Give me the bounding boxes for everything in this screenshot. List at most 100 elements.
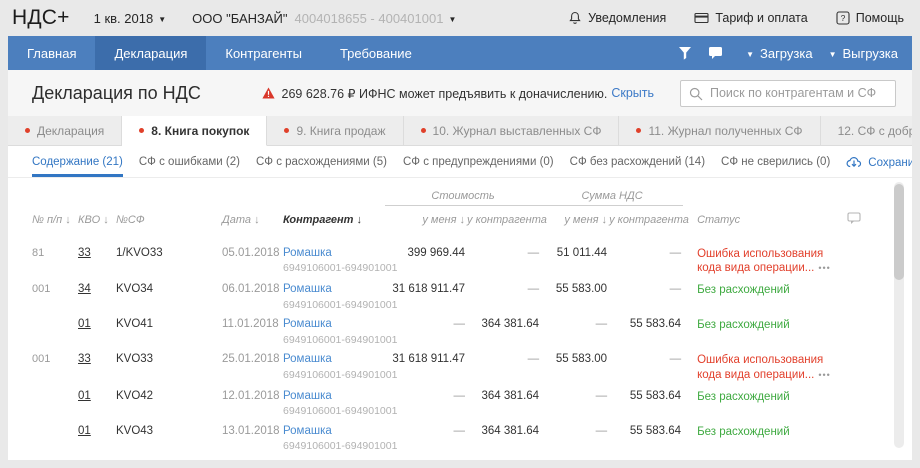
company-selector[interactable]: ООО "БАНЗАЙ" 4004018655 - 400401001 ▼ (192, 11, 456, 26)
search-input[interactable] (680, 80, 896, 107)
group-header-row: Стоимость Сумма НДС (32, 186, 861, 206)
contractor-inn-kpp: 6949106001-694901001 (283, 262, 385, 274)
tab-5[interactable]: 12. СФ с добровольно выделенным НДС (821, 116, 912, 146)
tab-1[interactable]: 8. Книга покупок (122, 116, 267, 146)
kvo-link[interactable]: 01 (78, 318, 91, 330)
period-selector[interactable]: 1 кв. 2018 ▼ (94, 11, 167, 26)
warning-hide-link[interactable]: Скрыть (611, 86, 654, 100)
subtab-4[interactable]: СФ без расхождений (14) (570, 146, 705, 177)
contractor-inn-kpp: 6949106001-694901001 (283, 369, 385, 381)
svg-text:?: ? (840, 13, 845, 23)
table-row[interactable]: 01 KVO43 13.01.2018 Ромашка 6949106001-6… (32, 418, 861, 453)
nav-item-0[interactable]: Главная (8, 36, 95, 70)
table-row[interactable]: 001 33 KVO33 25.01.2018 Ромашка 69491060… (32, 346, 861, 383)
kvo-link[interactable]: 34 (78, 283, 91, 295)
invoices-table: Стоимость Сумма НДС № п/п ↓ КВО ↓ №СФ Да… (32, 186, 861, 460)
nav-item-1[interactable]: Декларация (95, 36, 206, 70)
chevron-down-icon: ▼ (829, 50, 837, 59)
chevron-down-icon: ▼ (158, 15, 166, 24)
status-text: Без расхождений (697, 426, 790, 438)
kvo-link[interactable]: 01 (78, 425, 91, 437)
table-row[interactable]: 01 KVO41 11.01.2018 Ромашка 6949106001-6… (32, 311, 861, 346)
subtab-5[interactable]: СФ не сверились (0) (721, 146, 830, 177)
subtab-items: Содержание (21) СФ с ошибками (2) СФ с рас… (32, 146, 846, 177)
subtab-0[interactable]: Содержание (21) (32, 146, 123, 177)
col-contractor[interactable]: Контрагент ↓ (278, 206, 385, 240)
tab-3[interactable]: 10. Журнал выставленных СФ (404, 116, 620, 146)
table-row[interactable]: 01 KVO44 14.01.2018 Ромашка 6949106001-6… (32, 453, 861, 460)
comment-icon[interactable] (847, 212, 861, 225)
filter-button[interactable] (670, 36, 700, 70)
subtab-2[interactable]: СФ с расхождениями (5) (256, 146, 387, 177)
contractor-link[interactable]: Ромашка (283, 390, 385, 403)
search-icon (689, 87, 703, 101)
col-date[interactable]: Дата ↓ (214, 206, 278, 240)
scrollbar-thumb[interactable] (894, 184, 904, 280)
main-nav: ГлавнаяДекларацияКонтрагентыТребование ▼… (8, 36, 912, 70)
content-card: ГлавнаяДекларацияКонтрагентыТребование ▼… (8, 36, 912, 460)
company-name: ООО "БАНЗАЙ" (192, 11, 287, 26)
status-text: Ошибка использования кода вида операции.… (697, 354, 823, 381)
bell-icon (568, 11, 582, 26)
contractor-link[interactable]: Ромашка (283, 353, 385, 366)
notifications-button[interactable]: Уведомления (568, 11, 666, 26)
kvo-link[interactable]: 33 (78, 247, 91, 259)
download-label: Выгрузка (842, 46, 898, 61)
warning-banner: 269 628.76 ₽ ИФНС может предъявить к дон… (262, 86, 654, 101)
nav-item-3[interactable]: Требование (321, 36, 431, 70)
table-row[interactable]: 81 33 1/KVO33 05.01.2018 Ромашка 6949106… (32, 240, 861, 277)
chevron-down-icon: ▼ (448, 15, 456, 24)
tariff-label: Тариф и оплата (715, 11, 807, 25)
filter-icon (678, 46, 692, 60)
error-dot-icon (421, 128, 426, 133)
column-header-row: № п/п ↓ КВО ↓ №СФ Дата ↓ Контрагент ↓ у … (32, 206, 861, 240)
contractor-inn-kpp: 6949106001-694901001 (283, 299, 385, 311)
page-header: Декларация по НДС 269 628.76 ₽ ИФНС може… (8, 70, 912, 116)
chat-button[interactable] (700, 36, 730, 70)
tab-2[interactable]: 9. Книга продаж (267, 116, 403, 146)
upload-button[interactable]: ▼ Загрузка (746, 46, 813, 61)
topbar-right: Уведомления Тариф и оплата ? Помощь (540, 11, 904, 26)
tab-4[interactable]: 11. Журнал полученных СФ (619, 116, 820, 146)
nav-item-2[interactable]: Контрагенты (206, 36, 321, 70)
tab-0[interactable]: Декларация (8, 116, 122, 146)
tariff-button[interactable]: Тариф и оплата (694, 11, 807, 25)
page-title: Декларация по НДС (32, 83, 201, 104)
download-button[interactable]: ▼ Выгрузка (829, 46, 898, 61)
contractor-link[interactable]: Ромашка (283, 425, 385, 438)
upload-label: Загрузка (760, 46, 813, 61)
status-text: Ошибка использования кода вида операции.… (697, 248, 823, 275)
contractor-link[interactable]: Ромашка (283, 318, 385, 331)
col-cost-mine[interactable]: у меня ↓ (385, 206, 467, 240)
subtab-3[interactable]: СФ с предупреждениями (0) (403, 146, 554, 177)
kvo-link[interactable]: 33 (78, 353, 91, 365)
filter-subtabs: Содержание (21) СФ с ошибками (2) СФ с рас… (8, 146, 912, 178)
table-row[interactable]: 001 34 KVO34 06.01.2018 Ромашка 69491060… (32, 276, 861, 311)
col-sf: №СФ (116, 206, 214, 240)
table-row[interactable]: 01 KVO42 12.01.2018 Ромашка 6949106001-6… (32, 383, 861, 418)
col-vat-mine[interactable]: у меня ↓ (541, 206, 609, 240)
error-dot-icon (139, 128, 144, 133)
contractor-inn-kpp: 6949106001-694901001 (283, 440, 385, 452)
topbar-left: НДС+ 1 кв. 2018 ▼ ООО "БАНЗАЙ" 400401865… (12, 6, 482, 30)
status-text: Без расхождений (697, 319, 790, 331)
col-num[interactable]: № п/п ↓ (32, 206, 78, 240)
save-link[interactable]: Сохранить (846, 146, 912, 177)
vertical-scrollbar[interactable] (894, 182, 904, 448)
status-text: Без расхождений (697, 284, 790, 296)
error-dot-icon (25, 128, 30, 133)
group-header-cost: Стоимость (385, 186, 541, 206)
save-label: Сохранить (868, 157, 912, 169)
status-more-dots[interactable]: ••• (818, 370, 830, 380)
contractor-link[interactable]: Ромашка (283, 283, 385, 296)
col-kvo[interactable]: КВО ↓ (78, 206, 116, 240)
kvo-link[interactable]: 01 (78, 390, 91, 402)
help-button[interactable]: ? Помощь (836, 11, 904, 25)
warning-text: 269 628.76 ₽ ИФНС может предъявить к дон… (282, 86, 608, 101)
nav-right: ▼ Загрузка ▼ Выгрузка (670, 36, 912, 70)
subtab-1[interactable]: СФ с ошибками (2) (139, 146, 240, 177)
col-cost-theirs: у контрагента (467, 206, 541, 240)
app-logo: НДС+ (12, 6, 70, 30)
status-more-dots[interactable]: ••• (818, 263, 830, 273)
contractor-link[interactable]: Ромашка (283, 247, 385, 260)
